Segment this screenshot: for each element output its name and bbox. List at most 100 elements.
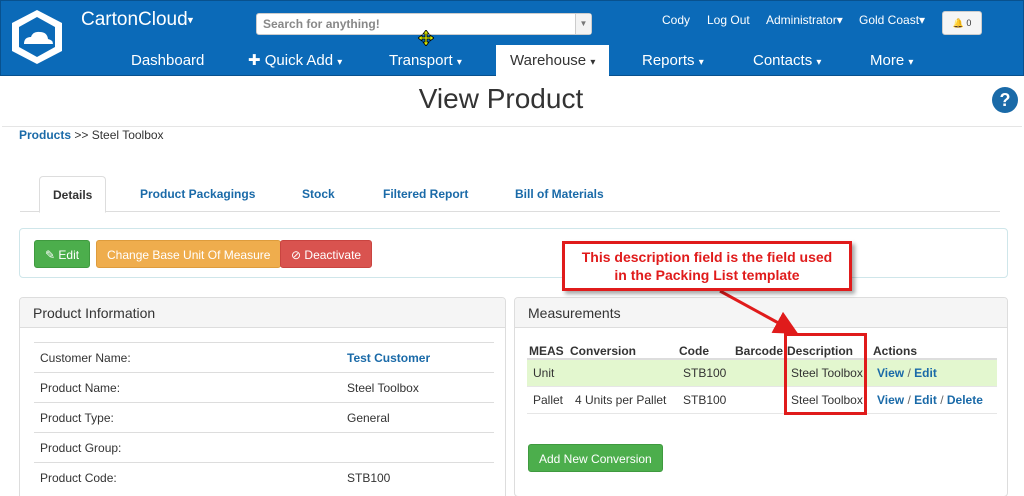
chevron-down-icon: ▾: [698, 57, 704, 68]
action-separator: /: [940, 393, 944, 407]
role-label: Administrator: [766, 13, 837, 27]
table-row: Product Group:: [34, 432, 494, 462]
annotation-callout: This description field is the field used…: [562, 241, 852, 291]
bell-icon: 🔔: [952, 18, 964, 28]
chevron-down-icon: ▾: [590, 57, 596, 68]
deactivate-button-label: Deactivate: [304, 248, 362, 262]
customer-name-link[interactable]: Test Customer: [347, 343, 430, 373]
plus-icon: ✚: [248, 52, 261, 69]
chevron-down-icon: ▾: [816, 57, 822, 68]
delete-link[interactable]: Delete: [947, 393, 983, 407]
nav-contacts-label: Contacts: [753, 52, 813, 69]
main-nav: Dashboard ✚ Quick Add ▾ Transport ▾ Ware…: [1, 45, 1024, 77]
edit-link[interactable]: Edit: [914, 393, 937, 407]
tab-product-packagings[interactable]: Product Packagings: [140, 176, 255, 212]
panel-heading: Product Information: [20, 298, 505, 328]
column-header: Actions: [873, 344, 918, 358]
chevron-down-icon: ▾: [919, 13, 926, 27]
table-row: Product Type: General: [34, 402, 494, 432]
field-label: Customer Name:: [40, 351, 131, 365]
help-icon[interactable]: ?: [991, 86, 1019, 114]
column-header: MEAS: [529, 344, 564, 358]
tab-details[interactable]: Details: [39, 176, 107, 213]
user-link[interactable]: Cody: [662, 13, 690, 27]
role-menu[interactable]: Administrator▾: [766, 13, 843, 27]
notification-count: 0: [966, 18, 972, 28]
actions-cell: View / Edit: [877, 360, 937, 387]
column-header: Barcode: [735, 344, 784, 358]
breadcrumb-separator: >>: [74, 128, 89, 142]
actions-cell: View / Edit / Delete: [877, 387, 983, 414]
nav-dashboard[interactable]: Dashboard: [131, 45, 204, 77]
nav-quick-add-label: Quick Add: [264, 52, 334, 69]
field-value: STB100: [347, 471, 391, 485]
conversion-cell: 4 Units per Pallet: [575, 393, 667, 407]
deactivate-button[interactable]: ⊘ Deactivate: [280, 240, 373, 268]
table-row: Product Name: Steel Toolbox: [34, 372, 494, 402]
location-label: Gold Coast: [859, 13, 920, 27]
nav-more[interactable]: More ▾: [870, 45, 913, 77]
notifications-button[interactable]: 🔔 0: [942, 11, 982, 35]
field-label: Product Name:: [40, 381, 121, 395]
ban-icon: ⊘: [291, 248, 302, 262]
callout-line-2: in the Packing List template: [614, 267, 800, 283]
search-dropdown-icon[interactable]: ▼: [575, 14, 591, 34]
field-label: Product Type:: [40, 411, 114, 425]
change-base-uom-button[interactable]: Change Base Unit Of Measure: [96, 240, 282, 268]
page-title: View Product: [418, 83, 584, 114]
nav-transport[interactable]: Transport ▾: [389, 45, 462, 77]
edit-button-label: Edit: [58, 248, 80, 262]
breadcrumb-current: Steel Toolbox: [91, 128, 164, 142]
nav-quick-add[interactable]: ✚ Quick Add ▾: [248, 45, 342, 77]
panel-heading: Measurements: [515, 298, 1007, 328]
svg-text:?: ?: [1000, 90, 1011, 110]
breadcrumb: Products >> Steel Toolbox: [19, 128, 164, 142]
product-tabs: Details Product Packagings Stock Filtere…: [20, 176, 1000, 213]
nav-reports-label: Reports: [642, 52, 695, 69]
description-highlight-box: [784, 333, 867, 415]
action-separator: /: [907, 366, 911, 380]
nav-warehouse-label: Warehouse: [510, 52, 587, 69]
code-cell: STB100: [683, 393, 727, 407]
code-cell: STB100: [683, 366, 727, 380]
table-header-row: MEAS Conversion Code Barcode Description…: [527, 342, 997, 360]
table-row: Product Code: STB100: [34, 462, 494, 492]
field-value: General: [347, 411, 390, 425]
callout-line-1: This description field is the field used: [581, 249, 833, 265]
measurements-table: MEAS Conversion Code Barcode Description…: [527, 342, 997, 414]
breadcrumb-products-link[interactable]: Products: [19, 128, 71, 142]
location-menu[interactable]: Gold Coast▾: [859, 13, 925, 27]
chevron-down-icon: ▾: [908, 57, 914, 68]
meas-cell: Pallet: [533, 393, 564, 407]
tab-stock[interactable]: Stock: [302, 176, 335, 212]
brand-menu[interactable]: CartonCloud▾: [81, 9, 193, 31]
nav-reports[interactable]: Reports ▾: [642, 45, 704, 77]
edit-link[interactable]: Edit: [914, 366, 937, 380]
column-header: Conversion: [570, 344, 637, 358]
edit-button[interactable]: ✎ Edit: [34, 240, 91, 268]
column-header: Code: [679, 344, 709, 358]
table-row: Customer Name: Test Customer: [34, 342, 494, 372]
action-toolbar: ✎ Edit Change Base Unit Of Measure ⊘ Dea…: [19, 228, 1008, 278]
table-row: Pallet 4 Units per Pallet STB100 Steel T…: [527, 387, 997, 414]
product-information-panel: Product Information Customer Name: Test …: [19, 297, 506, 496]
logout-link[interactable]: Log Out: [707, 13, 750, 27]
tab-filtered-report[interactable]: Filtered Report: [383, 176, 468, 212]
move-cursor-icon: [418, 30, 434, 46]
tab-bill-of-materials[interactable]: Bill of Materials: [515, 176, 604, 212]
pencil-icon: ✎: [45, 248, 56, 262]
nav-more-label: More: [870, 52, 905, 69]
nav-warehouse[interactable]: Warehouse ▾: [496, 45, 610, 77]
brand-name: CartonCloud: [81, 9, 188, 30]
field-label: Product Code:: [40, 471, 117, 485]
view-link[interactable]: View: [877, 366, 904, 380]
field-value: Steel Toolbox: [347, 381, 419, 395]
chevron-down-icon: ▾: [187, 14, 194, 27]
title-divider: [2, 126, 1022, 127]
chevron-down-icon: ▾: [836, 13, 843, 27]
nav-contacts[interactable]: Contacts ▾: [753, 45, 821, 77]
search-input[interactable]: [257, 14, 567, 34]
chevron-down-icon: ▾: [456, 57, 462, 68]
view-link[interactable]: View: [877, 393, 904, 407]
add-new-conversion-button[interactable]: Add New Conversion: [528, 444, 663, 472]
